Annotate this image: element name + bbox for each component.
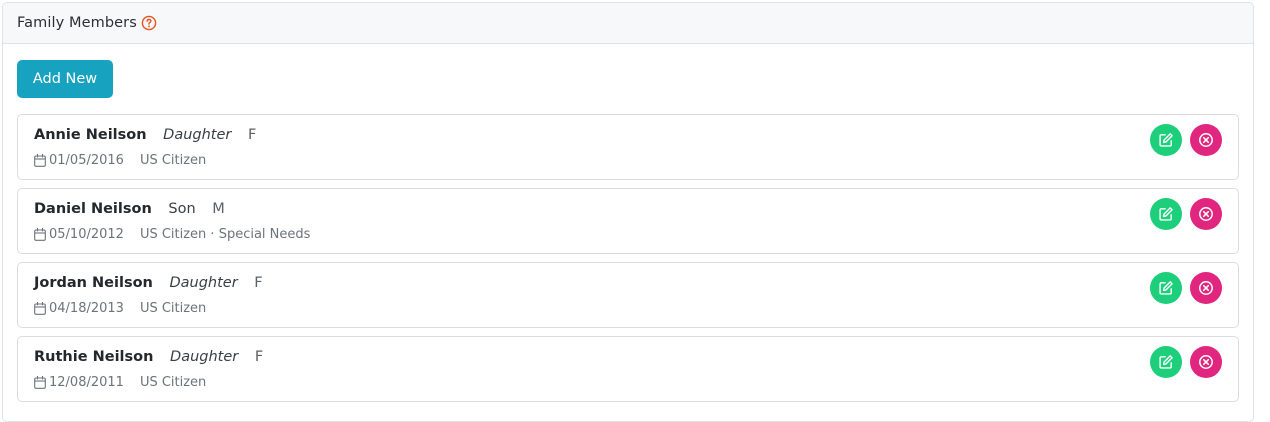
delete-member-button[interactable] <box>1190 346 1222 378</box>
member-relation: Daughter <box>163 127 232 143</box>
member-actions <box>1150 124 1222 156</box>
member-status: US Citizen <box>139 375 207 390</box>
edit-icon <box>1159 281 1173 295</box>
edit-member-button[interactable] <box>1150 272 1182 304</box>
member-dob: 05/10/2012 <box>49 227 124 242</box>
delete-member-button[interactable] <box>1190 198 1222 230</box>
calendar-icon <box>34 376 46 389</box>
member-status: US Citizen · Special Needs <box>139 227 311 242</box>
member-details: 12/08/2011 US Citizen <box>34 375 206 390</box>
member-actions <box>1150 272 1222 304</box>
close-circle-icon <box>1199 207 1213 221</box>
edit-member-button[interactable] <box>1150 124 1182 156</box>
edit-icon <box>1159 133 1173 147</box>
member-status: US Citizen <box>139 301 207 316</box>
calendar-icon <box>34 228 46 241</box>
member-dob: 01/05/2016 <box>49 153 124 168</box>
member-card: Annie Neilson Daughter F 01/05/2016 US C… <box>17 114 1239 180</box>
close-circle-icon <box>1199 281 1213 295</box>
member-actions <box>1150 198 1222 230</box>
question-circle-icon[interactable] <box>141 15 157 31</box>
member-header: Daniel Neilson Son M <box>34 201 225 217</box>
member-header: Ruthie Neilson Daughter F <box>34 349 263 365</box>
delete-member-button[interactable] <box>1190 272 1222 304</box>
edit-member-button[interactable] <box>1150 198 1182 230</box>
member-card: Daniel Neilson Son M 05/10/2012 US Citiz… <box>17 188 1239 254</box>
member-details: 04/18/2013 US Citizen <box>34 301 206 316</box>
member-relation: Daughter <box>169 275 238 291</box>
edit-member-button[interactable] <box>1150 346 1182 378</box>
member-name: Ruthie Neilson <box>34 349 154 365</box>
member-details: 05/10/2012 US Citizen · Special Needs <box>34 227 310 242</box>
member-actions <box>1150 346 1222 378</box>
member-gender: F <box>254 275 263 291</box>
member-name: Daniel Neilson <box>34 201 152 217</box>
member-gender: M <box>212 201 225 217</box>
calendar-icon <box>34 154 46 167</box>
member-name: Annie Neilson <box>34 127 147 143</box>
member-status: US Citizen <box>139 153 207 168</box>
close-circle-icon <box>1199 355 1213 369</box>
member-gender: F <box>247 127 257 143</box>
member-header: Jordan Neilson Daughter F <box>34 275 263 291</box>
edit-icon <box>1159 355 1173 369</box>
calendar-icon <box>34 302 46 315</box>
member-details: 01/05/2016 US Citizen <box>34 153 206 168</box>
member-relation: Daughter <box>170 349 239 365</box>
add-new-button[interactable]: Add New <box>17 60 113 98</box>
family-members-panel: Family Members Add New Annie Neilson Dau… <box>2 2 1254 422</box>
member-header: Annie Neilson Daughter F <box>34 127 256 143</box>
panel-header: Family Members <box>3 3 1253 44</box>
member-card: Ruthie Neilson Daughter F 12/08/2011 US … <box>17 336 1239 402</box>
member-name: Jordan Neilson <box>34 275 153 291</box>
close-circle-icon <box>1199 133 1213 147</box>
member-dob: 04/18/2013 <box>49 301 124 316</box>
panel-title: Family Members <box>17 15 137 31</box>
member-relation: Son <box>168 201 196 217</box>
edit-icon <box>1159 207 1173 221</box>
member-list: Annie Neilson Daughter F 01/05/2016 US C… <box>17 114 1239 402</box>
member-dob: 12/08/2011 <box>49 375 124 390</box>
member-gender: F <box>254 349 264 365</box>
delete-member-button[interactable] <box>1190 124 1222 156</box>
member-card: Jordan Neilson Daughter F 04/18/2013 US … <box>17 262 1239 328</box>
